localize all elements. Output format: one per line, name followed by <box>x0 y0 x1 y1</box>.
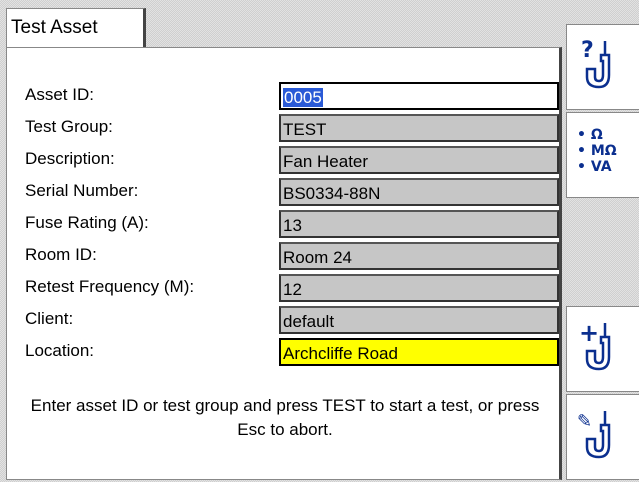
blank-key <box>566 200 639 286</box>
client-field[interactable]: default <box>279 306 559 334</box>
row-retest-frequency: Retest Frequency (M): 12 <box>7 272 559 304</box>
unit-va: • VA <box>577 159 612 175</box>
help-probe-icon: ? <box>581 38 611 89</box>
units-icon: • Ω • MΩ • VA <box>577 127 617 175</box>
fuse-rating-field[interactable]: 13 <box>279 210 559 238</box>
row-room-id: Room ID: Room 24 <box>7 240 559 272</box>
description-field[interactable]: Fan Heater <box>279 146 559 174</box>
serial-number-label: Serial Number: <box>25 181 139 200</box>
serial-number-field[interactable]: BS0334-88N <box>279 178 559 206</box>
row-serial-number: Serial Number: BS0334-88N <box>7 176 559 208</box>
room-id-label: Room ID: <box>25 245 97 264</box>
row-test-group: Test Group: TEST <box>7 112 559 144</box>
edit-key[interactable]: ✎ <box>566 394 639 480</box>
add-probe-icon: + <box>579 319 611 371</box>
location-field[interactable]: Archcliffe Road <box>279 338 559 366</box>
help-glyph: ? <box>581 38 594 63</box>
add-key[interactable]: + <box>566 306 639 392</box>
tab-test-asset[interactable]: Test Asset <box>6 8 146 48</box>
unit-ohm-label: Ω <box>590 127 603 143</box>
retest-frequency-field[interactable]: 12 <box>279 274 559 302</box>
location-label: Location: <box>25 341 94 360</box>
add-glyph: + <box>579 319 599 347</box>
row-asset-id: Asset ID: 0005 <box>7 80 559 112</box>
row-fuse-rating: Fuse Rating (A): 13 <box>7 208 559 240</box>
row-location: Location: Archcliffe Road <box>7 336 559 368</box>
test-group-field[interactable]: TEST <box>279 114 559 142</box>
unit-megaohm: • MΩ <box>577 143 617 159</box>
row-client: Client: default <box>7 304 559 336</box>
asset-form-panel: Asset ID: 0005 Test Group: TEST Descript… <box>6 47 562 480</box>
unit-ohm: • Ω <box>577 127 603 143</box>
units-key[interactable]: • Ω • MΩ • VA <box>566 112 639 198</box>
help-key[interactable]: ? <box>566 24 639 110</box>
help-text: Enter asset ID or test group and press T… <box>30 396 540 439</box>
test-group-label: Test Group: <box>25 117 113 136</box>
row-description: Description: Fan Heater <box>7 144 559 176</box>
edit-glyph: ✎ <box>577 411 592 432</box>
unit-va-label: VA <box>590 159 612 175</box>
description-label: Description: <box>25 149 115 168</box>
unit-megaohm-label: MΩ <box>590 143 617 159</box>
asset-id-field[interactable]: 0005 <box>279 82 559 110</box>
fuse-rating-label: Fuse Rating (A): <box>25 213 149 232</box>
asset-id-value: 0005 <box>283 88 323 107</box>
asset-id-label: Asset ID: <box>25 85 94 104</box>
tab-title: Test Asset <box>11 17 98 38</box>
client-label: Client: <box>25 309 74 328</box>
retest-frequency-label: Retest Frequency (M): <box>25 277 195 296</box>
edit-probe-icon: ✎ <box>577 411 611 459</box>
room-id-field[interactable]: Room 24 <box>279 242 559 270</box>
